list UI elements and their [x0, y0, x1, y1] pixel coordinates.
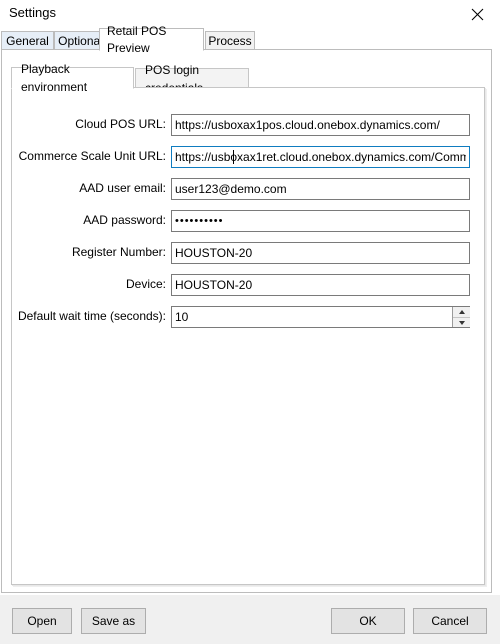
label-register-number: Register Number:	[71, 245, 166, 259]
tab-process-label: Process	[208, 33, 252, 48]
close-icon[interactable]	[454, 0, 500, 28]
tab-playback-environment-label: Playback environment	[21, 62, 88, 94]
window-title: Settings	[9, 5, 56, 20]
outer-tab-strip: General Optional Retail POS Preview Proc…	[0, 24, 500, 55]
tab-general-label: General	[6, 33, 49, 48]
tab-process[interactable]: Process	[205, 31, 255, 50]
label-default-wait-time: Default wait time (seconds):	[17, 309, 166, 323]
field-row-default-wait-time: Default wait time (seconds):	[11, 306, 485, 328]
spinner-down-button[interactable]	[453, 317, 470, 327]
tab-retail-pos-preview[interactable]: Retail POS Preview	[99, 24, 204, 55]
label-cloud-pos-url: Cloud POS URL:	[75, 117, 166, 131]
tab-optional-label: Optional	[58, 33, 103, 48]
label-aad-password: AAD password:	[83, 213, 166, 227]
ok-button[interactable]: OK	[331, 608, 405, 634]
title-bar: Settings	[0, 0, 500, 28]
field-row-aad-user-email: AAD user email:	[11, 178, 485, 200]
open-button[interactable]: Open	[12, 608, 72, 634]
tab-retail-pos-preview-label: Retail POS Preview	[107, 23, 167, 55]
input-register-number[interactable]	[171, 242, 470, 264]
chevron-up-icon	[458, 310, 465, 314]
field-row-cloud-pos-url: Cloud POS URL:	[11, 114, 485, 136]
input-device[interactable]	[171, 274, 470, 296]
cancel-button[interactable]: Cancel	[413, 608, 487, 634]
text-cursor	[233, 150, 234, 164]
save-as-button[interactable]: Save as	[81, 608, 146, 634]
inner-tab-strip: Playback environment POS login credentia…	[11, 62, 485, 95]
spinner-up-button[interactable]	[453, 307, 470, 317]
field-row-register-number: Register Number:	[11, 242, 485, 264]
input-commerce-scale-unit-url[interactable]	[171, 146, 470, 168]
tab-general[interactable]: General	[1, 31, 54, 50]
tab-pos-login-credentials[interactable]: POS login credentials	[135, 63, 249, 95]
input-aad-user-email[interactable]	[171, 178, 470, 200]
label-device: Device:	[125, 277, 166, 291]
input-cloud-pos-url[interactable]	[171, 114, 470, 136]
spinner-default-wait-time	[452, 307, 470, 327]
input-aad-password[interactable]	[171, 210, 470, 232]
field-row-device: Device:	[11, 274, 485, 296]
field-row-commerce-scale-unit-url: Commerce Scale Unit URL:	[11, 146, 485, 168]
chevron-down-icon	[458, 320, 465, 325]
field-row-aad-password: AAD password:	[11, 210, 485, 232]
settings-form: Cloud POS URL: Commerce Scale Unit URL: …	[11, 87, 485, 585]
tab-playback-environment[interactable]: Playback environment	[11, 62, 134, 94]
label-commerce-scale-unit-url: Commerce Scale Unit URL:	[18, 149, 166, 163]
input-default-wait-time[interactable]	[171, 306, 470, 328]
close-glyph	[471, 8, 483, 20]
label-aad-user-email: AAD user email:	[79, 181, 166, 195]
